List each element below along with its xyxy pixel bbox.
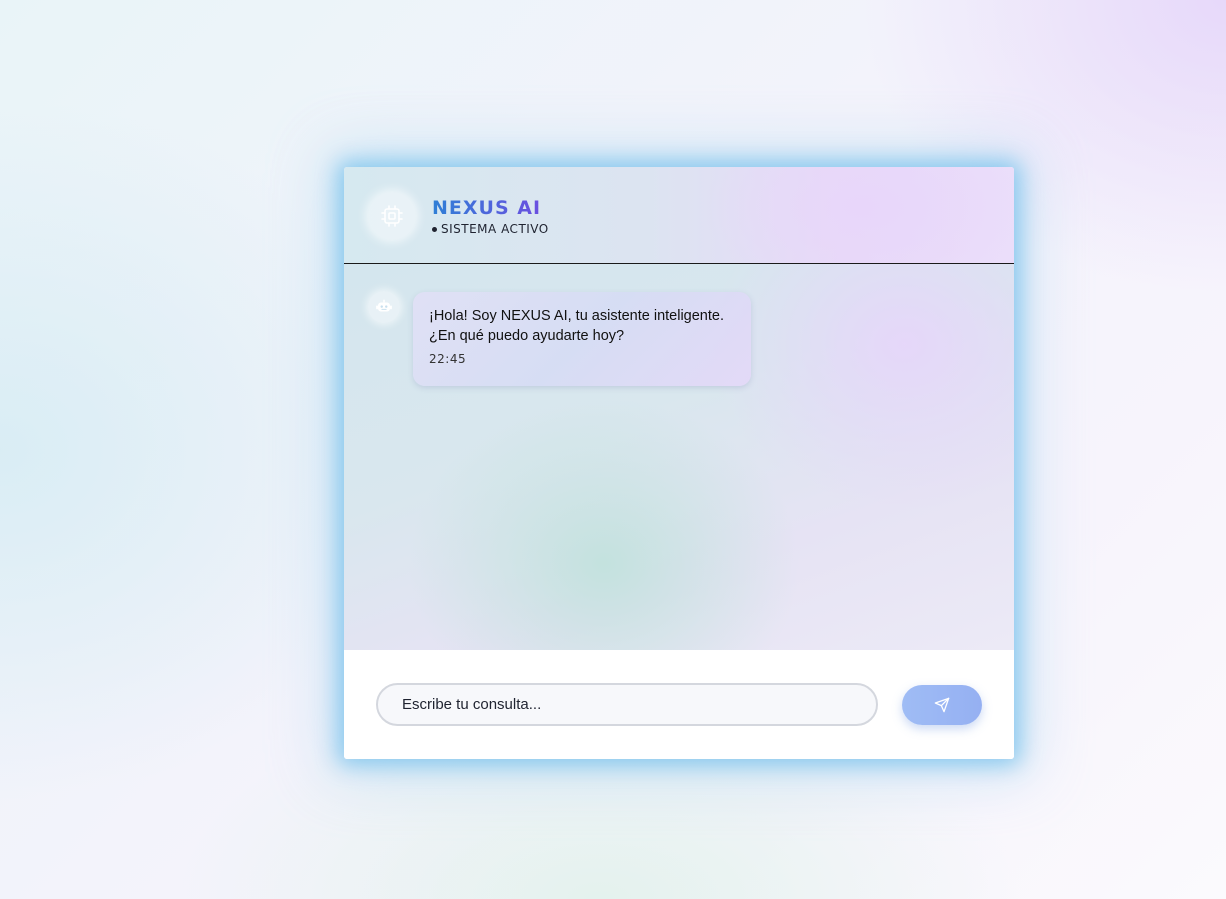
assistant-avatar: [368, 192, 416, 240]
assistant-name: NEXUS AI: [432, 197, 542, 219]
chat-header: NEXUS AI SISTEMA ACTIVO: [344, 167, 1014, 264]
bot-avatar: [368, 291, 400, 323]
message-timestamp: 22:45: [429, 352, 467, 366]
composer: [344, 650, 1014, 759]
status-text: SISTEMA ACTIVO: [441, 222, 549, 236]
robot-icon: [376, 299, 392, 312]
message-text: ¡Hola! Soy NEXUS AI, tu asistente inteli…: [429, 308, 724, 344]
chat-window: NEXUS AI SISTEMA ACTIVO ¡Hola! Soy NEXUS…: [344, 167, 1014, 759]
message-input[interactable]: [376, 683, 878, 726]
chip-icon: [381, 205, 403, 227]
message-list[interactable]: ¡Hola! Soy NEXUS AI, tu asistente inteli…: [344, 264, 1014, 650]
status-dot-icon: [432, 226, 437, 232]
send-button[interactable]: [902, 685, 982, 725]
status-indicator: SISTEMA ACTIVO: [432, 222, 549, 236]
send-icon: [934, 697, 950, 713]
bot-message-bubble: ¡Hola! Soy NEXUS AI, tu asistente inteli…: [413, 292, 751, 386]
